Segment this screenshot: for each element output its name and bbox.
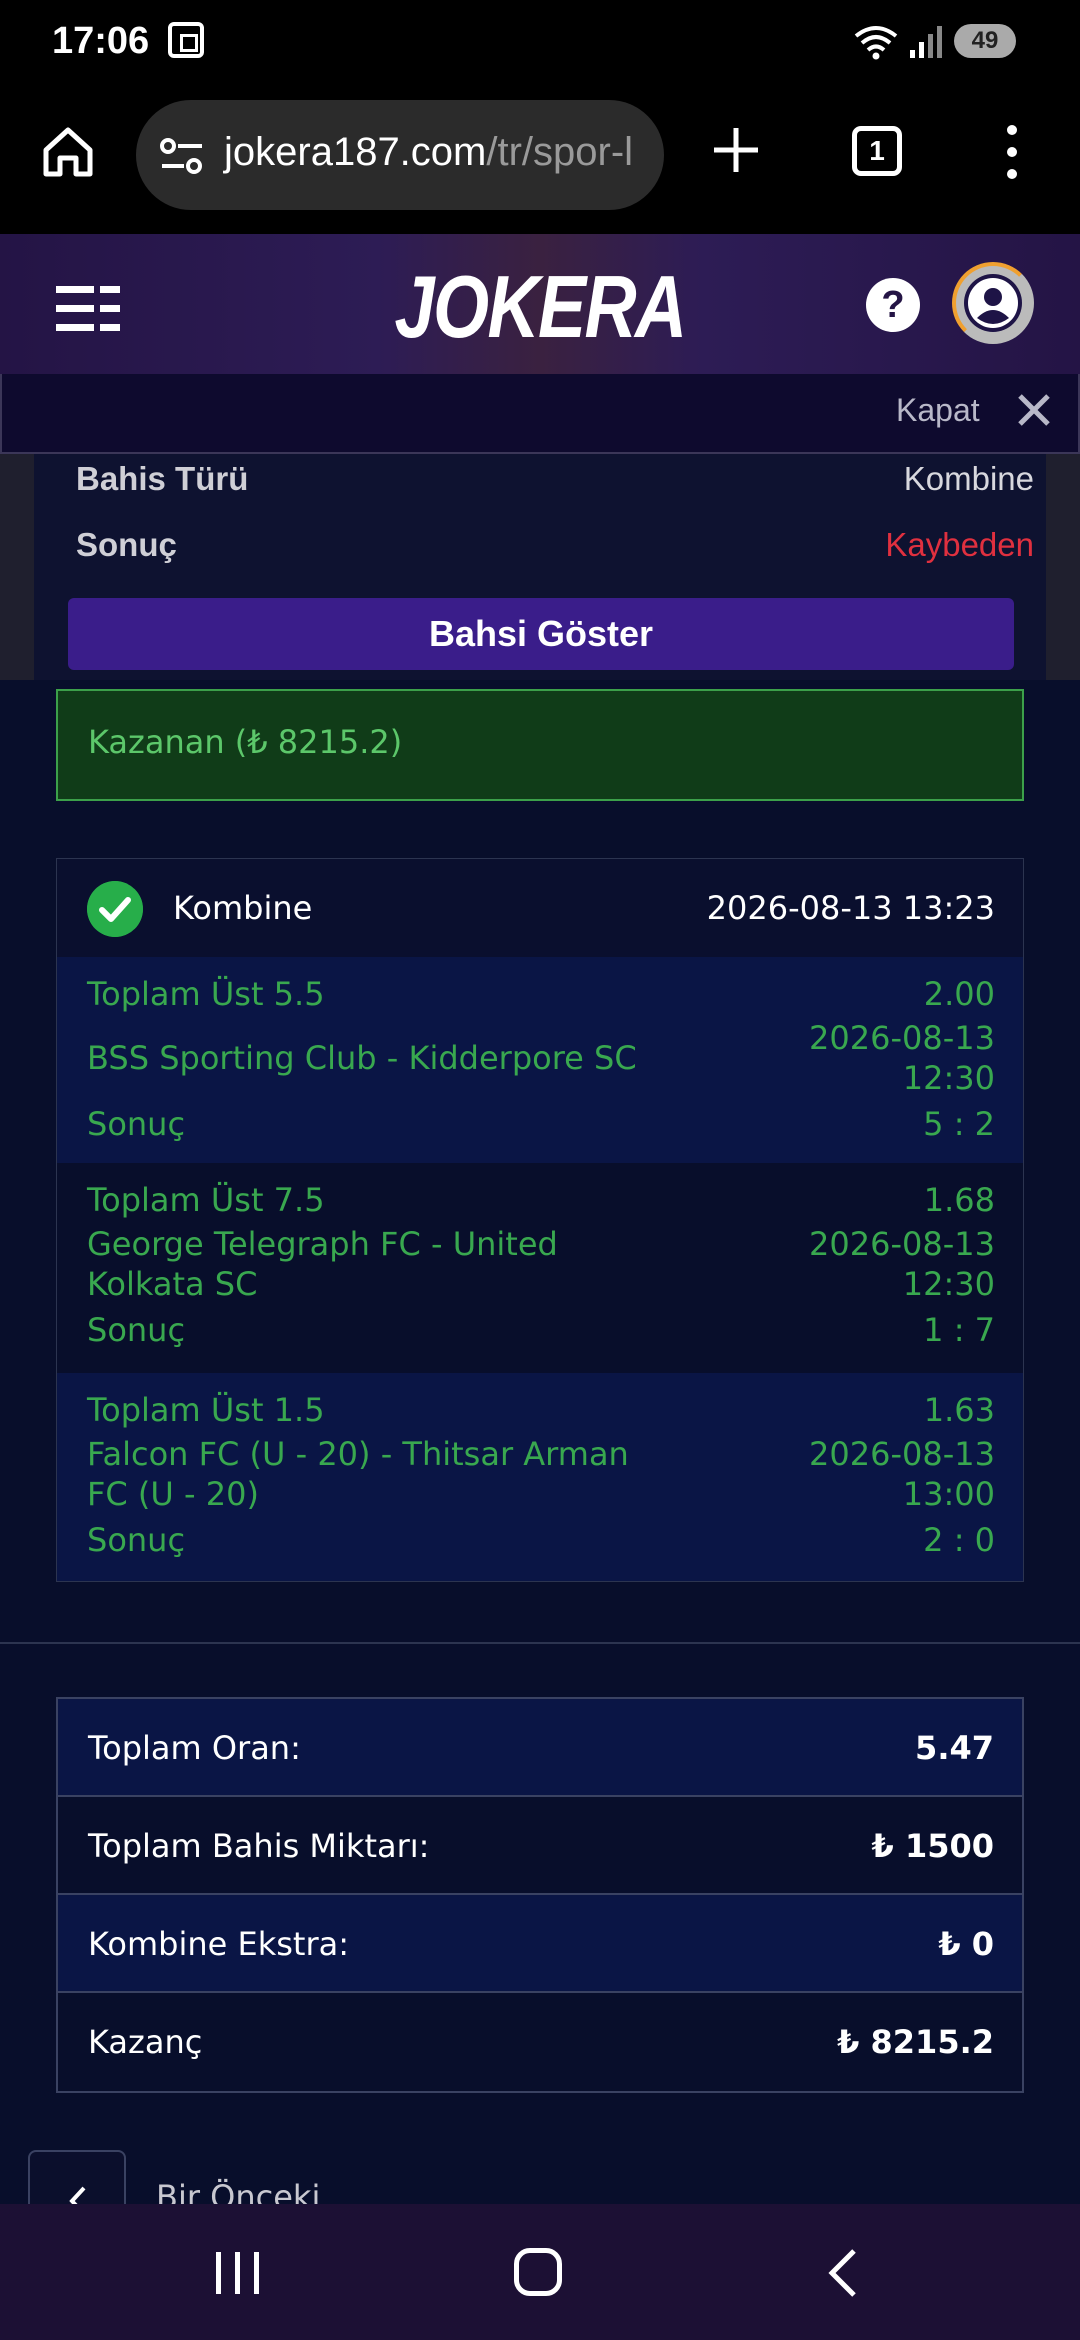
selection-score: 5 : 2 (923, 1105, 995, 1143)
result-row: Sonuç Kaybeden (76, 526, 1034, 564)
selection-odds: 1.63 (923, 1391, 995, 1429)
url-domain: jokera187.com (224, 130, 487, 174)
profile-button[interactable] (952, 262, 1034, 344)
bet-type-row: Bahis Türü Kombine (76, 460, 1034, 498)
combo-extra-label: Kombine Ekstra: (88, 1925, 349, 1963)
site-settings-icon[interactable] (158, 136, 206, 176)
selection-market: Toplam Üst 7.5 (87, 1181, 325, 1219)
more-options-icon[interactable] (1000, 122, 1024, 182)
site-logo[interactable]: JOKERA (97, 256, 983, 358)
total-odds-label: Toplam Oran: (88, 1729, 301, 1767)
close-bar: Kapat (0, 374, 1080, 454)
panel-edge-left (0, 454, 34, 680)
winnings-label: Kazanç (88, 2023, 203, 2061)
total-stake-label: Toplam Bahis Miktarı: (88, 1827, 430, 1865)
system-nav-bar (0, 2204, 1080, 2340)
panel-edge-right (1046, 454, 1080, 680)
tab-switcher-button[interactable]: 1 (852, 126, 902, 176)
bet-type-value: Kombine (903, 460, 1034, 497)
selection-item: Toplam Üst 1.5 1.63 Falcon FC (U - 20) -… (57, 1373, 1023, 1581)
total-stake-row: Toplam Bahis Miktarı: ₺ 1500 (58, 1797, 1022, 1895)
browser-toolbar: jokera187.com/tr/spor-l 1 (0, 82, 1080, 234)
selection-date: 2026-08-13 (809, 1225, 995, 1263)
selection-score: 2 : 0 (923, 1521, 995, 1559)
selection-date: 2026-08-13 (809, 1019, 995, 1057)
winnings-row: Kazanç ₺ 8215.2 (58, 1993, 1022, 2091)
bet-type-label: Bahis Türü (76, 460, 249, 497)
selection-result-label: Sonuç (87, 1521, 186, 1559)
selection-time: 12:30 (902, 1265, 995, 1303)
back-icon[interactable] (824, 2248, 860, 2298)
selection-match: Falcon FC (U - 20) - Thitsar Arman (87, 1435, 629, 1473)
selection-result-label: Sonuç (87, 1105, 186, 1143)
selection-result-label: Sonuç (87, 1311, 186, 1349)
selection-time: 12:30 (902, 1059, 995, 1097)
winner-banner: Kazanan (₺ 8215.2) (56, 689, 1024, 801)
url-text: jokera187.com/tr/spor-l (224, 130, 633, 175)
system-home-button[interactable] (514, 2248, 562, 2296)
coupon-type: Kombine (173, 889, 313, 927)
close-icon[interactable] (1016, 392, 1052, 428)
selection-match: George Telegraph FC - United (87, 1225, 558, 1263)
signal-icon (910, 26, 942, 58)
address-bar[interactable]: jokera187.com/tr/spor-l (136, 100, 664, 210)
combo-extra-row: Kombine Ekstra: ₺ 0 (58, 1895, 1022, 1993)
bet-summary-panel: Bahis Türü Kombine Sonuç Kaybeden Bahsi … (34, 454, 1046, 680)
selection-time: 13:00 (902, 1475, 995, 1513)
selection-odds: 1.68 (923, 1181, 995, 1219)
help-button[interactable]: ? (866, 278, 920, 332)
selection-match-cont: Kolkata SC (87, 1265, 258, 1303)
status-bar: 17:06 49 (0, 0, 1080, 82)
winner-text: Kazanan (₺ 8215.2) (88, 723, 403, 761)
total-odds-value: 5.47 (915, 1729, 994, 1767)
selection-market: Toplam Üst 5.5 (87, 975, 325, 1013)
section-divider (0, 1642, 1080, 1644)
total-stake-value: ₺ 1500 (871, 1827, 994, 1865)
selection-date: 2026-08-13 (809, 1435, 995, 1473)
screenshot-icon (168, 22, 204, 58)
user-icon (968, 278, 1018, 328)
coupon-header: Kombine 2026-08-13 13:23 (57, 859, 1023, 957)
wifi-icon (854, 26, 898, 60)
total-odds-row: Toplam Oran: 5.47 (58, 1699, 1022, 1797)
winnings-value: ₺ 8215.2 (837, 2023, 994, 2061)
totals-table: Toplam Oran: 5.47 Toplam Bahis Miktarı: … (56, 1697, 1024, 2093)
close-label[interactable]: Kapat (896, 392, 980, 429)
selection-score: 1 : 7 (923, 1311, 995, 1349)
new-tab-icon[interactable] (710, 124, 762, 176)
coupon-card: Kombine 2026-08-13 13:23 Toplam Üst 5.5 … (56, 858, 1024, 1582)
selection-item: Toplam Üst 5.5 2.00 BSS Sporting Club - … (57, 957, 1023, 1163)
url-path: /tr/spor-l (486, 130, 634, 174)
result-label: Sonuç (76, 526, 177, 563)
selection-match-cont: FC (U - 20) (87, 1475, 259, 1513)
site-header: JOKERA ? (0, 234, 1080, 374)
check-circle-icon (87, 881, 143, 937)
recents-icon[interactable] (212, 2250, 264, 2296)
result-value: Kaybeden (885, 526, 1034, 563)
show-bet-button[interactable]: Bahsi Göster (68, 598, 1014, 670)
selection-match: BSS Sporting Club - Kidderpore SC (87, 1039, 637, 1077)
selection-item: Toplam Üst 7.5 1.68 George Telegraph FC … (57, 1163, 1023, 1373)
status-time: 17:06 (52, 20, 150, 62)
home-icon[interactable] (40, 124, 96, 180)
coupon-datetime: 2026-08-13 13:23 (706, 889, 995, 927)
selection-market: Toplam Üst 1.5 (87, 1391, 325, 1429)
battery-indicator: 49 (954, 24, 1016, 58)
selection-odds: 2.00 (923, 975, 995, 1013)
combo-extra-value: ₺ 0 (938, 1925, 994, 1963)
